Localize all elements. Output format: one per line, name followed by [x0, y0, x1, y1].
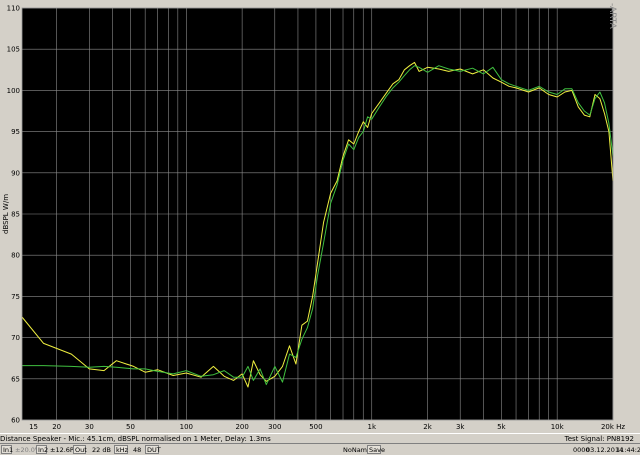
x-tick-label: 200	[235, 423, 248, 431]
input1-button[interactable]: In1	[1, 445, 13, 454]
y-tick-label: 90	[11, 169, 20, 177]
x-tick-label: 15	[29, 423, 38, 431]
status-bar: In1 ±20.0V In2 ±12.6Pa Out 22 dB kHz 48 …	[0, 443, 640, 454]
x-tick-label: 50	[126, 423, 135, 431]
input2-range: ±12.6Pa	[50, 446, 78, 454]
frequency-response-chart: 60 65 70 75 80 85 90 95 100 105 110 15 20 30 50 100 200…	[2, 3, 625, 431]
sample-rate: 48	[133, 446, 142, 454]
dut-button[interactable]: DUT	[145, 445, 161, 454]
x-tick-label: 100	[180, 423, 193, 431]
khz-button[interactable]: kHz	[114, 445, 128, 454]
x-tick-label: 30	[85, 423, 94, 431]
input2-button[interactable]: In2	[36, 445, 48, 454]
y-tick-label: 85	[11, 211, 20, 219]
y-tick-label: 75	[11, 293, 20, 301]
y-tick-label: 100	[7, 87, 20, 95]
arta-watermark: -ARTA	[607, 3, 617, 30]
y-tick-label: 60	[11, 417, 20, 425]
y-tick-label: 95	[11, 128, 20, 136]
x-tick-label: 500	[309, 423, 322, 431]
x-tick-label: 20	[52, 423, 61, 431]
date: 03.12.2014	[586, 446, 624, 454]
x-tick-label: 5k	[497, 423, 506, 431]
x-axis-ticks: 15 20 30 50 100 200 300 500 1k 2k 3k 5k 10k 20k Hz	[29, 423, 625, 431]
x-tick-label: 20k Hz	[601, 423, 625, 431]
x-tick-label: 10k	[551, 423, 565, 431]
x-tick-label: 300	[268, 423, 281, 431]
project-name: NoName	[343, 446, 372, 454]
y-tick-label: 105	[7, 46, 20, 54]
x-tick-label: 2k	[423, 423, 432, 431]
y-axis-label: dBSPL W/m	[2, 194, 10, 234]
y-tick-label: 110	[7, 5, 20, 13]
time: 11:44:28	[616, 446, 640, 454]
output-level: 22 dB	[92, 446, 111, 454]
output-button[interactable]: Out	[73, 445, 87, 454]
x-tick-label: 3k	[456, 423, 465, 431]
chart-area: 60 65 70 75 80 85 90 95 100 105 110 15 20 30 50 100 200…	[0, 0, 640, 433]
y-tick-label: 70	[11, 334, 20, 342]
y-tick-label: 80	[11, 252, 20, 260]
y-tick-label: 65	[11, 375, 20, 383]
x-tick-label: 1k	[367, 423, 376, 431]
input1-range: ±20.0V	[15, 446, 40, 454]
info-line: Distance Speaker - Mic.: 45.1cm, dBSPL n…	[0, 433, 640, 443]
save-button[interactable]: Save	[367, 445, 385, 454]
